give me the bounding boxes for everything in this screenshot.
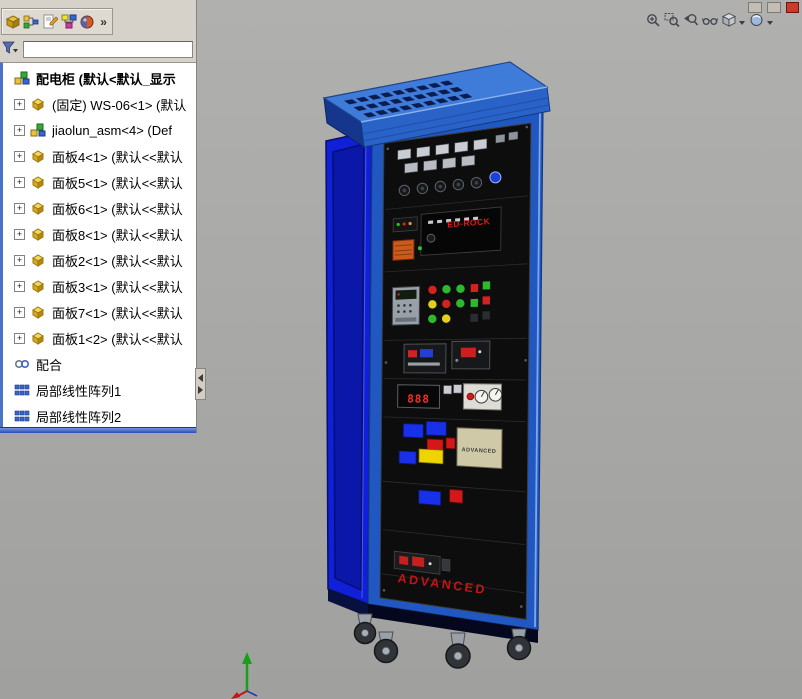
tree-item-label: 面板5<1> (默认<<默认 [52,173,183,192]
tabbar-overflow-button[interactable]: » [97,15,110,29]
tree-item-label: 局部线性阵列2 [36,407,121,426]
tree-item-label: 面板3<1> (默认<<默认 [52,277,183,296]
expand-toggle-icon[interactable]: + [14,151,25,162]
tree-item[interactable]: + 面板2<1> (默认<<默认 [3,247,196,273]
tree-item[interactable]: + jiaolun_asm<4> (Def [3,117,196,143]
tree-item-label: 配电柜 (默认<默认_显示 [36,69,176,88]
tree-item[interactable]: + (固定) WS-06<1> (默认 [3,91,196,117]
tree-item-label: 面板2<1> (默认<<默认 [52,251,183,270]
part-icon [30,227,47,242]
tab-propertymanager[interactable] [41,11,59,33]
tab-displaymanager[interactable] [79,11,97,33]
part-icon [30,149,47,164]
tree-item[interactable]: + 面板8<1> (默认<<默认 [3,221,196,247]
tree-item-label: 配合 [36,355,62,374]
part-icon [30,331,47,346]
part-icon [30,201,47,216]
pattern-icon [14,409,31,424]
chevron-down-icon[interactable] [739,21,745,25]
tree-item-pattern[interactable]: 局部线性阵列1 [3,377,196,403]
tab-configurationmanager[interactable] [60,11,78,33]
part-icon [30,279,47,294]
tree-item-label: (固定) WS-06<1> (默认 [52,95,186,114]
expand-toggle-icon[interactable]: + [14,203,25,214]
assembly-icon [14,71,31,86]
tab-featuremanager[interactable] [23,11,41,33]
panel-splitter-handle[interactable] [195,368,206,400]
titlebar-button-2[interactable] [767,2,781,13]
expand-toggle-icon[interactable]: + [14,99,25,110]
tree-item-label: 面板4<1> (默认<<默认 [52,147,183,166]
titlebar-controls [748,2,799,13]
tree-item[interactable]: + 面板4<1> (默认<<默认 [3,143,196,169]
expand-toggle-icon[interactable]: + [14,255,25,266]
cabinet-front-panel[interactable]: ED-ROCK888ADVANCEDADVANCED [380,123,531,619]
part-icon [30,97,47,112]
tree-item-label: 面板6<1> (默认<<默认 [52,199,183,218]
rollback-bar[interactable] [0,427,196,433]
expand-toggle-icon[interactable]: + [14,281,25,292]
headsup-view-toolbar [644,11,774,29]
tree-item-label: 面板7<1> (默认<<默认 [52,303,183,322]
expand-toggle-icon[interactable]: + [14,307,25,318]
part-icon [30,305,47,320]
part-icon [30,175,47,190]
expand-toggle-icon[interactable]: + [14,125,25,136]
view-orientation-icon[interactable] [720,11,737,29]
display-style-icon[interactable] [748,11,765,29]
filter-icon[interactable] [2,41,20,57]
feature-manager-panel: » 配电柜 (默认<默认_显示 + (固定) WS-06<1> (默认 + ji… [0,0,197,433]
mates-icon [14,357,31,372]
tree-item[interactable]: + 面板7<1> (默认<<默认 [3,299,196,325]
document-tab-icon[interactable] [4,11,22,33]
previous-view-icon[interactable] [682,11,699,29]
tree-item[interactable]: + 面板3<1> (默认<<默认 [3,273,196,299]
zoom-fit-icon[interactable] [644,11,661,29]
part-icon [30,253,47,268]
titlebar-button-1[interactable] [748,2,762,13]
tree-filter-row [2,40,193,58]
panel-tabbar: » [1,8,113,35]
assembly-icon [30,123,47,138]
tree-item-pattern[interactable]: 局部线性阵列2 [3,403,196,427]
tree-item[interactable]: + 面板1<2> (默认<<默认 [3,325,196,351]
tree-item-label: 局部线性阵列1 [36,381,121,400]
collapse-left-icon[interactable] [198,374,203,382]
pattern-icon [14,383,31,398]
expand-right-icon[interactable] [198,386,203,394]
expand-toggle-icon[interactable]: + [14,333,25,344]
hide-show-items-icon[interactable] [701,11,718,29]
meter-display: 888 [407,392,430,406]
tree-item-mates[interactable]: 配合 [3,351,196,377]
cabinet-model[interactable]: ED-ROCK888ADVANCEDADVANCED [324,62,550,668]
expand-toggle-icon[interactable]: + [14,177,25,188]
tree-item[interactable]: + 面板6<1> (默认<<默认 [3,195,196,221]
close-icon[interactable] [786,2,799,13]
expand-toggle-icon[interactable]: + [14,229,25,240]
feature-tree: 配电柜 (默认<默认_显示 + (固定) WS-06<1> (默认 + jiao… [0,62,196,427]
tree-item-root-assembly[interactable]: 配电柜 (默认<默认_显示 [3,65,196,91]
zoom-area-icon[interactable] [663,11,680,29]
filter-input[interactable] [23,41,193,58]
tree-item[interactable]: + 面板5<1> (默认<<默认 [3,169,196,195]
tree-item-label: jiaolun_asm<4> (Def [52,123,172,138]
chevron-down-icon[interactable] [767,21,773,25]
tree-item-label: 面板8<1> (默认<<默认 [52,225,183,244]
tree-item-label: 面板1<2> (默认<<默认 [52,329,183,348]
